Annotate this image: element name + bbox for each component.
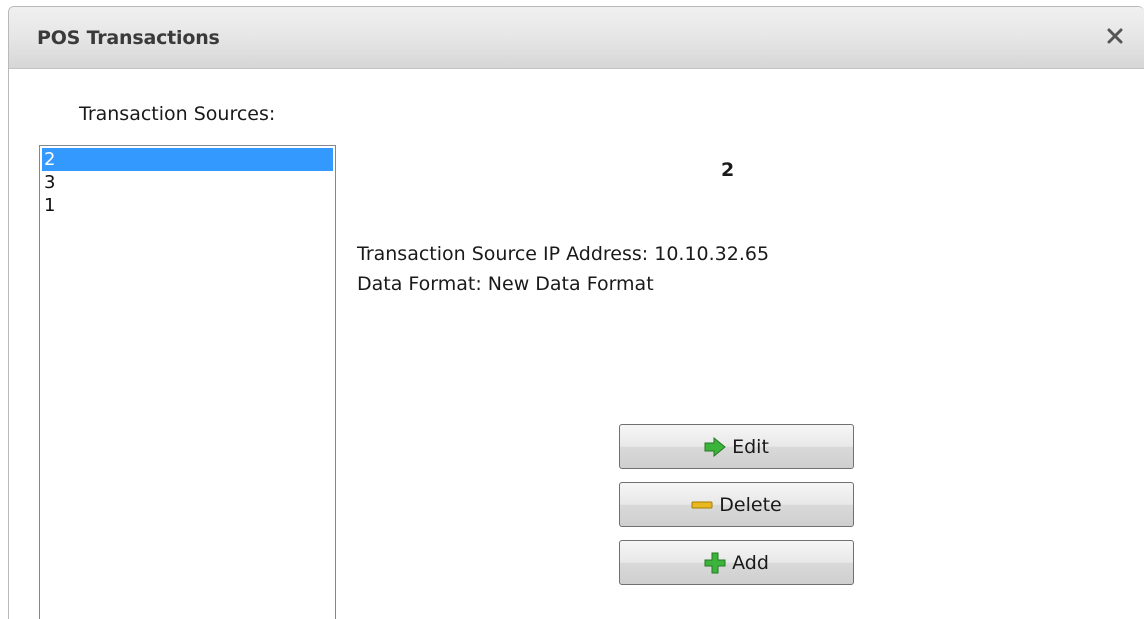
close-icon (1107, 28, 1123, 44)
list-item[interactable]: 2 (42, 148, 333, 171)
edit-button[interactable]: Edit (619, 424, 854, 469)
source-name-heading: 2 (721, 159, 735, 181)
add-button[interactable]: Add (619, 540, 854, 585)
green-arrow-right-icon (704, 436, 726, 457)
dialog-title: POS Transactions (37, 27, 220, 49)
add-button-label: Add (732, 551, 769, 574)
close-button[interactable] (1100, 21, 1130, 51)
list-item[interactable]: 1 (42, 194, 333, 217)
source-data-format: Data Format: New Data Format (357, 273, 654, 295)
dialog-titlebar: POS Transactions (9, 7, 1144, 69)
transaction-sources-list[interactable]: 2 3 1 (39, 145, 336, 619)
delete-button[interactable]: Delete (619, 482, 854, 527)
green-plus-icon (704, 552, 726, 574)
source-ip-address: Transaction Source IP Address: 10.10.32.… (357, 243, 770, 265)
transaction-sources-label: Transaction Sources: (79, 103, 276, 125)
pos-transactions-dialog: POS Transactions Transaction Sources: 2 … (8, 6, 1144, 619)
list-item[interactable]: 3 (42, 171, 333, 194)
yellow-minus-icon (691, 495, 713, 515)
delete-button-label: Delete (719, 493, 782, 516)
edit-button-label: Edit (732, 435, 769, 458)
